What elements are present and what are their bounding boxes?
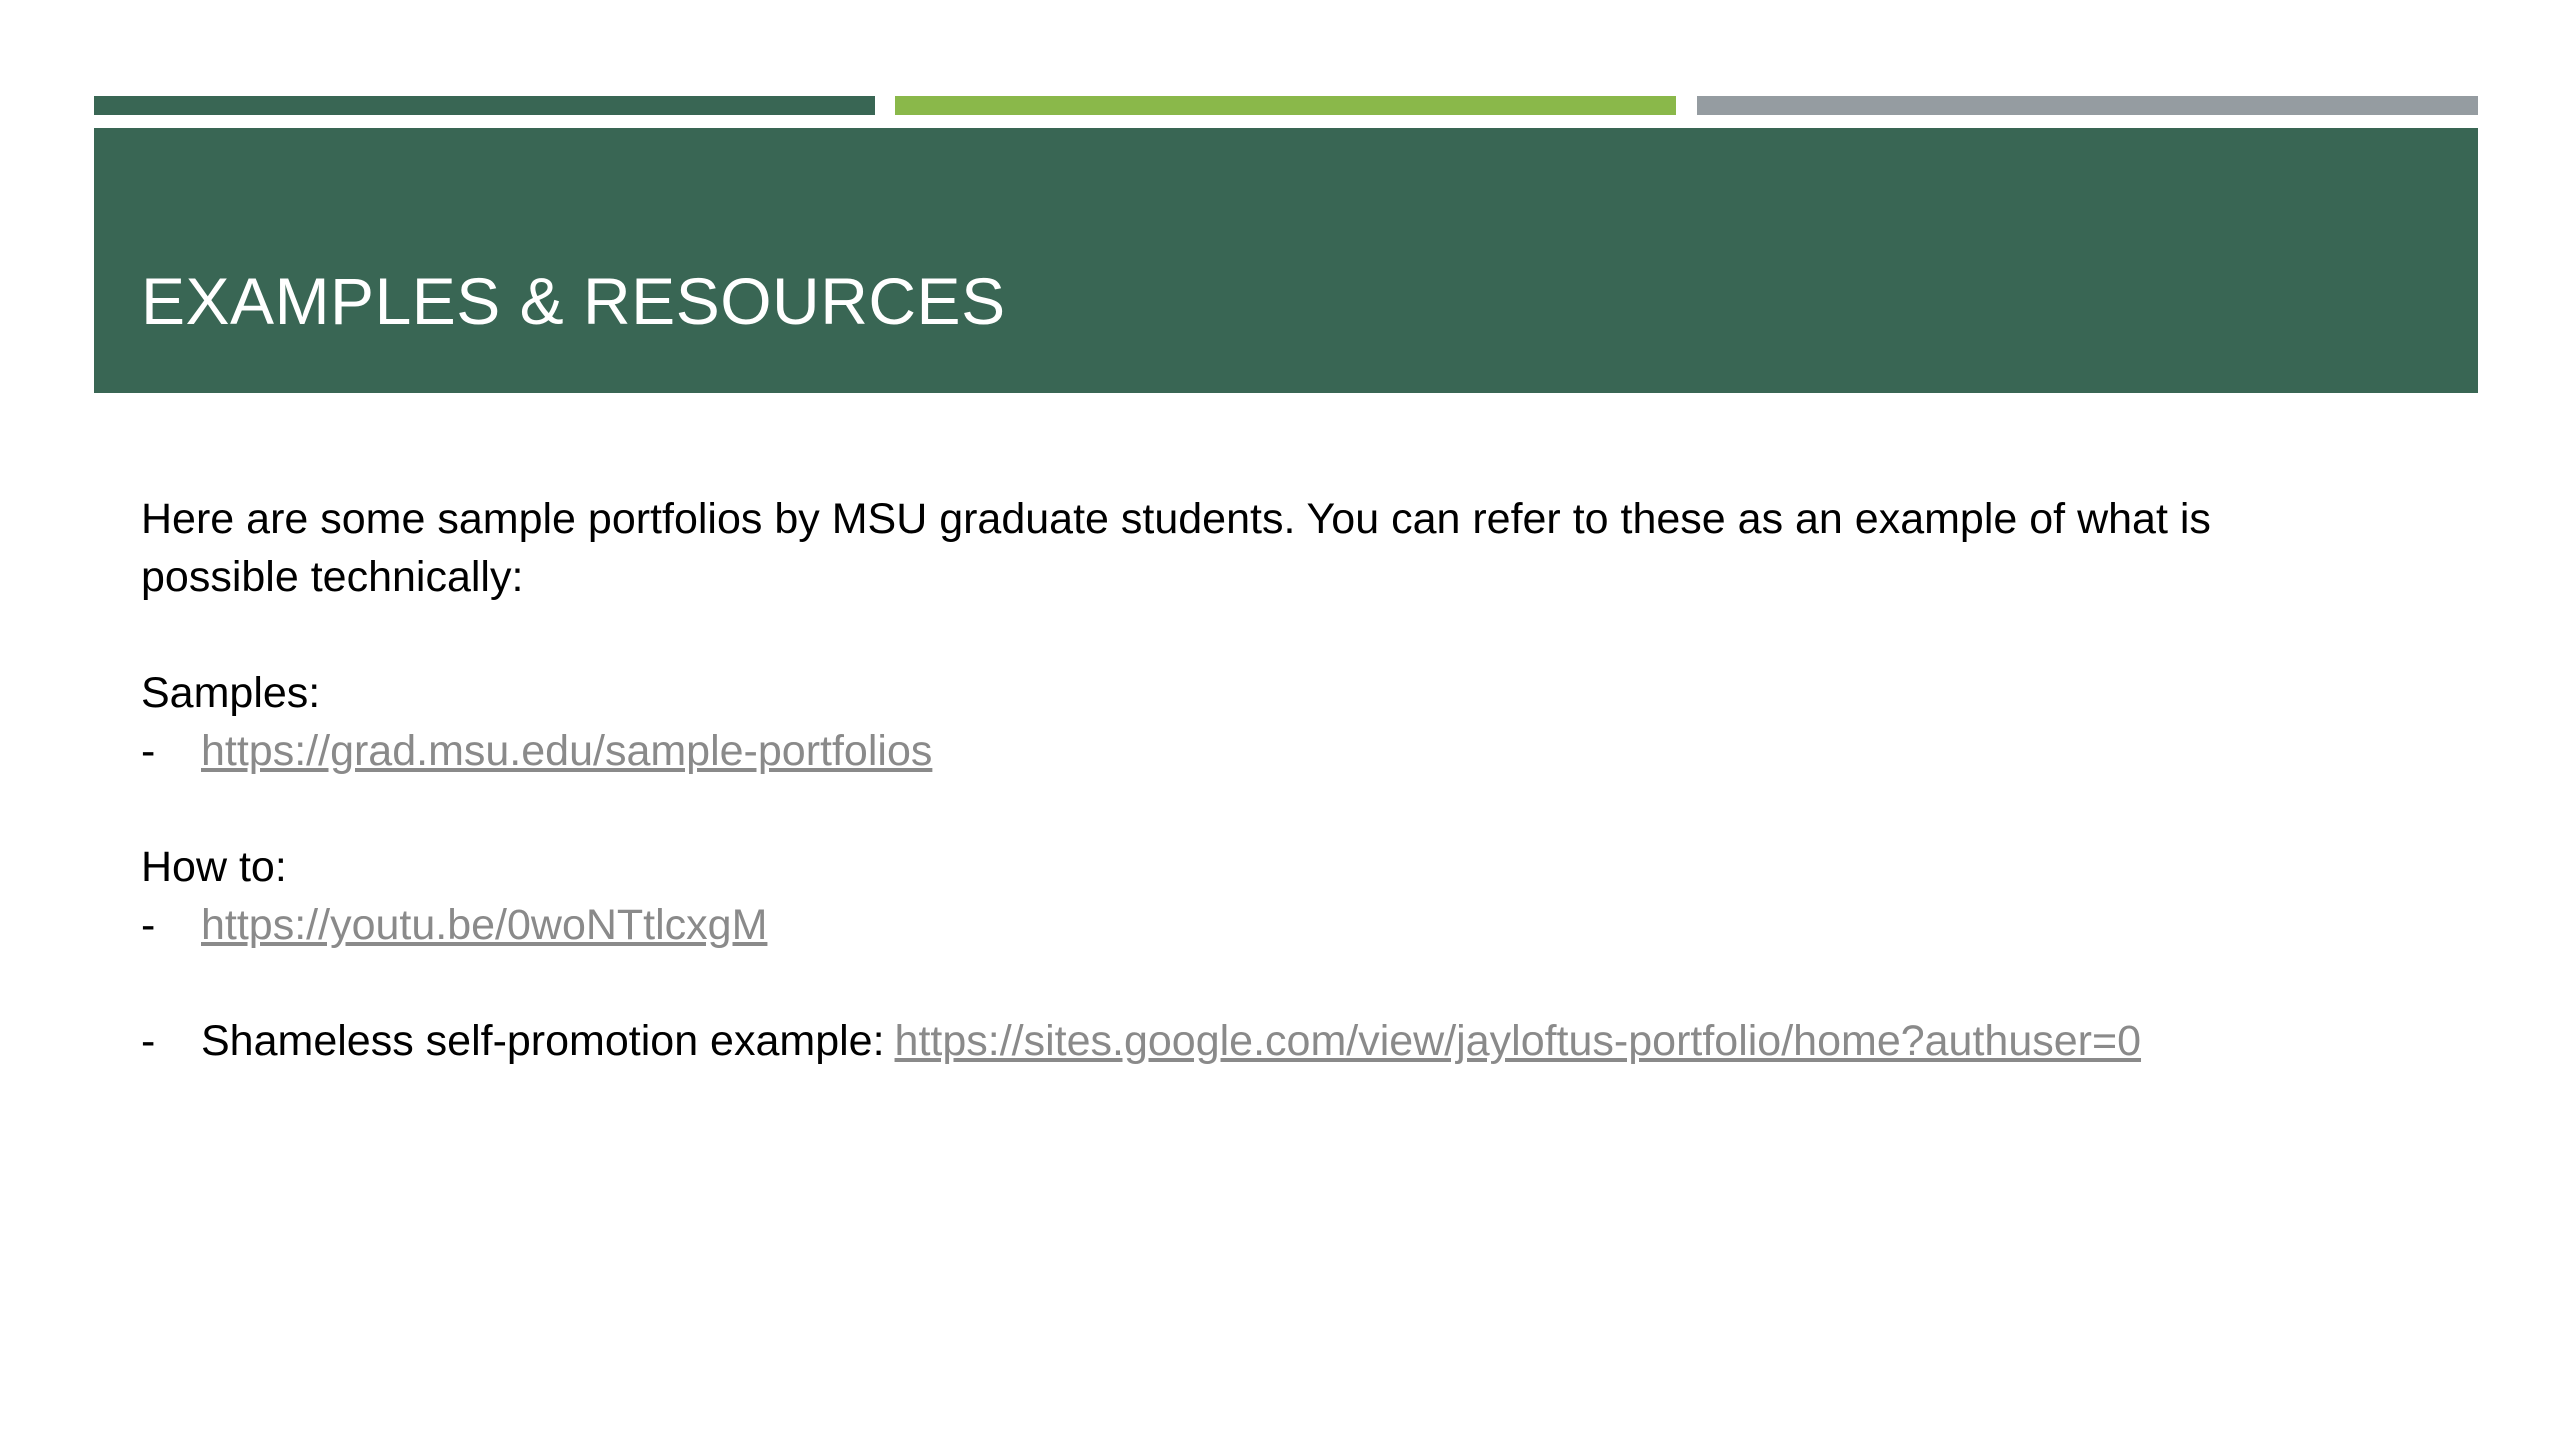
accent-bar-light-green [895, 96, 1676, 115]
howto-link[interactable]: https://youtu.be/0woNTtlcxgM [201, 896, 767, 954]
bullet-dash: - [141, 901, 156, 949]
promo-list-item: - Shameless self-promotion example: http… [141, 1012, 2441, 1070]
promo-link[interactable]: https://sites.google.com/view/jayloftus-… [895, 1012, 2141, 1070]
accent-bar-dark-green [94, 96, 875, 115]
howto-heading: How to: [141, 843, 287, 891]
bullet-dash: - [141, 1017, 156, 1065]
samples-heading: Samples: [141, 669, 321, 717]
slide-body: Here are some sample portfolios by MSU g… [141, 490, 2441, 1070]
slide-title: EXAMPLES & RESOURCES [141, 264, 1006, 338]
promo-label: Shameless self-promotion example: [201, 1017, 885, 1065]
title-band: EXAMPLES & RESOURCES [94, 128, 2478, 393]
bullet-dash: - [141, 727, 156, 775]
samples-list-item: - https://grad.msu.edu/sample-portfolios [141, 722, 2441, 780]
intro-paragraph: Here are some sample portfolios by MSU g… [141, 495, 2211, 601]
howto-list-item: - https://youtu.be/0woNTtlcxgM [141, 896, 2441, 954]
accent-bar-gray [1697, 96, 2478, 115]
slide: EXAMPLES & RESOURCES Here are some sampl… [0, 0, 2560, 1440]
samples-link[interactable]: https://grad.msu.edu/sample-portfolios [201, 722, 932, 780]
